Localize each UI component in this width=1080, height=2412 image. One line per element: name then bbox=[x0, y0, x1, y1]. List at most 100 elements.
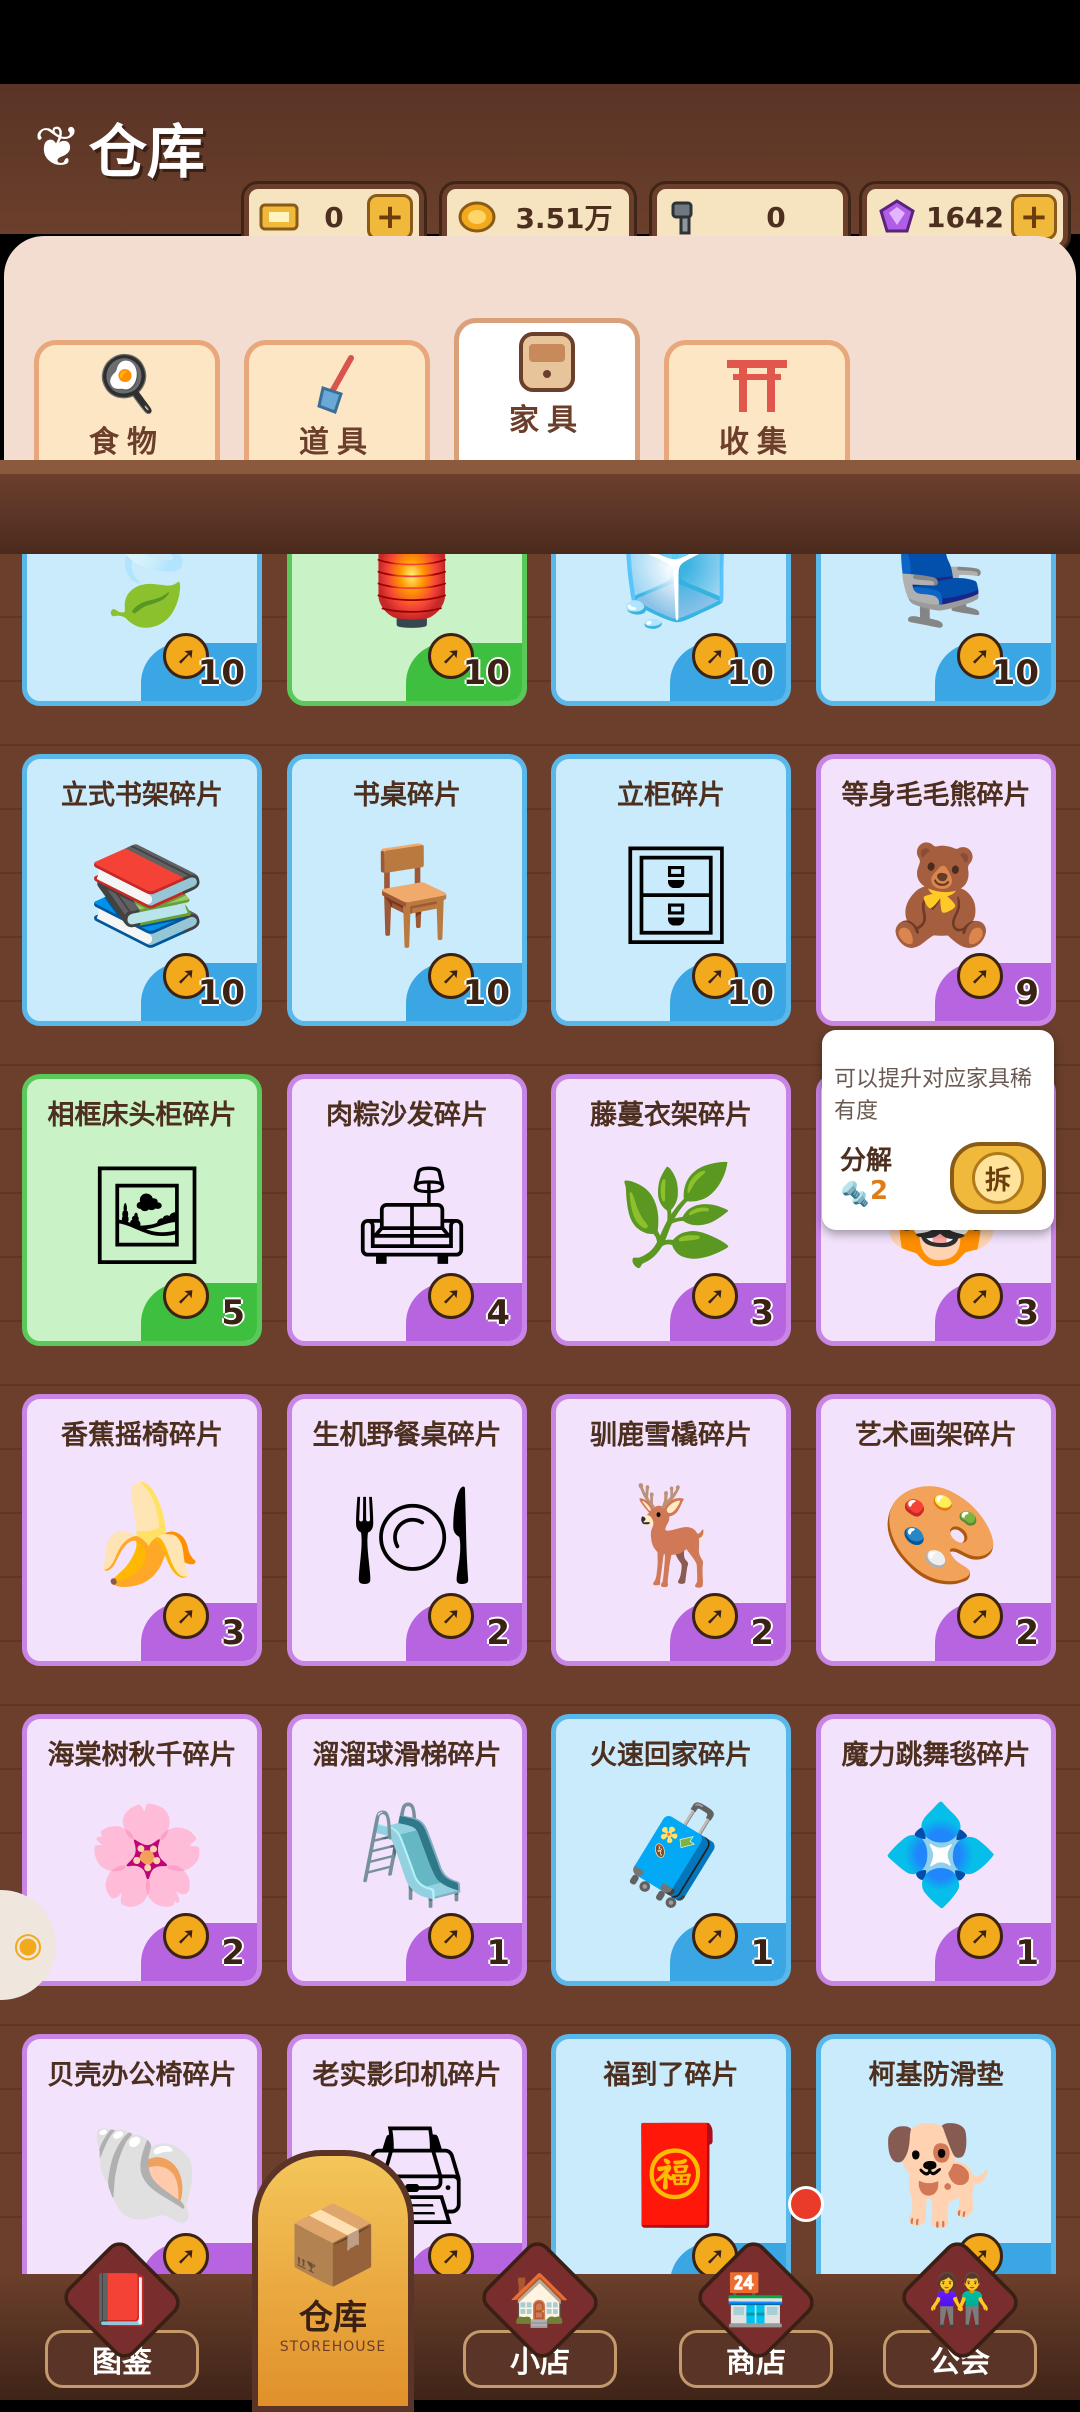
item-name: 立式书架碎片 bbox=[61, 780, 223, 811]
shell-chair-icon: 🐚 bbox=[87, 2118, 207, 2231]
coat-rack-icon: 🌿 bbox=[616, 1158, 736, 1271]
nav-guild[interactable]: 👫 公会 bbox=[880, 2236, 1040, 2388]
cabinet-icon: 🗄 bbox=[615, 838, 737, 951]
bolt-icon bbox=[665, 197, 709, 237]
upgrade-arrow-icon: ➚ bbox=[163, 1273, 209, 1319]
item-count: 2 bbox=[486, 1613, 510, 1653]
item-card[interactable]: 肉粽沙发碎片 🛋 ➚ 4 bbox=[287, 1074, 527, 1346]
item-count: 1 bbox=[750, 1933, 774, 1973]
dance-mat-icon: 💠 bbox=[881, 1798, 1001, 1911]
item-card[interactable]: 等身毛毛熊碎片 🧸 ➚ 9 bbox=[816, 754, 1056, 1026]
item-count: 3 bbox=[750, 1293, 774, 1333]
item-card[interactable]: 立式书架碎片 📚 ➚ 10 bbox=[22, 754, 262, 1026]
suitcase-icon: 🧳 bbox=[616, 1798, 736, 1911]
item-count: 1 bbox=[486, 1933, 510, 1973]
upgrade-arrow-icon: ➚ bbox=[163, 1593, 209, 1639]
item-card[interactable]: 藤蔓衣架碎片 🌿 ➚ 3 bbox=[551, 1074, 791, 1346]
item-card[interactable]: 立柜碎片 🗄 ➚ 10 bbox=[551, 754, 791, 1026]
decompose-cost: 2 bbox=[870, 1176, 889, 1206]
corgi-mat-icon: 🐕 bbox=[881, 2118, 1001, 2231]
item-count: 10 bbox=[197, 973, 245, 1013]
torii-icon bbox=[725, 351, 789, 417]
upgrade-arrow-icon: ➚ bbox=[957, 953, 1003, 999]
item-name: 驯鹿雪橇碎片 bbox=[590, 1420, 752, 1451]
tab-collection-label: 收集 bbox=[719, 425, 795, 460]
tab-collection[interactable]: 收集 bbox=[664, 340, 850, 465]
item-count: 10 bbox=[726, 653, 774, 693]
nightstand-icon: 🖼 bbox=[86, 1158, 208, 1271]
item-card[interactable]: 火速回家碎片 🧳 ➚ 1 bbox=[551, 1714, 791, 1986]
item-card[interactable]: 🍃 ➚ 10 bbox=[22, 554, 262, 706]
item-name: 生机野餐桌碎片 bbox=[312, 1420, 502, 1451]
nav-shop-house[interactable]: 🏠 小店 bbox=[460, 2236, 620, 2388]
cabinet-icon bbox=[517, 329, 577, 395]
item-card[interactable]: 福到了碎片 🧧 ➚ bbox=[551, 2034, 791, 2274]
decompose-label: 分解 bbox=[840, 1146, 893, 1176]
item-count: 2 bbox=[750, 1613, 774, 1653]
tab-food[interactable]: 🍳 食物 bbox=[34, 340, 220, 465]
item-grid[interactable]: 🍃 ➚ 10 🏮 ➚ 10 🧊 ➚ 10 💺 ➚ 10 立式书架碎片 📚 ➚ 10 书桌碎片 🪑 ➚ 10 立柜碎片 🗄 ➚… bbox=[0, 554, 1080, 2274]
tab-tools[interactable]: 道具 bbox=[244, 340, 430, 465]
ticket-icon bbox=[257, 197, 301, 237]
upgrade-arrow-icon: ➚ bbox=[957, 1593, 1003, 1639]
upgrade-arrow-icon: ➚ bbox=[957, 1913, 1003, 1959]
easel-icon: 🎨 bbox=[881, 1478, 1001, 1591]
decompose-button[interactable]: 拆 bbox=[950, 1142, 1046, 1214]
item-name: 海棠树秋千碎片 bbox=[47, 1740, 237, 1771]
upgrade-arrow-icon: ➚ bbox=[428, 1593, 474, 1639]
upgrade-arrow-icon: ➚ bbox=[692, 1593, 738, 1639]
item-card[interactable]: 柯基防滑垫 🐕 ➚ bbox=[816, 2034, 1056, 2274]
nav-store[interactable]: 🏪 商店 bbox=[676, 2236, 836, 2388]
item-count: 2 bbox=[221, 1933, 245, 1973]
item-count: 10 bbox=[991, 653, 1039, 693]
item-count: 3 bbox=[1015, 1293, 1039, 1333]
item-card[interactable]: 贝壳办公椅碎片 🐚 ➚ bbox=[22, 2034, 262, 2274]
item-name: 立柜碎片 bbox=[617, 780, 725, 811]
item-card[interactable]: 驯鹿雪橇碎片 🦌 ➚ 2 bbox=[551, 1394, 791, 1666]
item-card[interactable]: 书桌碎片 🪑 ➚ 10 bbox=[287, 754, 527, 1026]
gem-icon bbox=[875, 197, 919, 237]
item-card[interactable]: 💺 ➚ 10 bbox=[816, 554, 1056, 706]
item-name: 等身毛毛熊碎片 bbox=[841, 780, 1031, 811]
item-name: 火速回家碎片 bbox=[590, 1740, 752, 1771]
teddy-bear-icon: 🧸 bbox=[881, 838, 1001, 951]
chair-icon: 💺 bbox=[881, 554, 1001, 631]
upgrade-arrow-icon: ➚ bbox=[692, 1913, 738, 1959]
upgrade-arrow-icon: ➚ bbox=[428, 1273, 474, 1319]
storehouse-icon: 📦 bbox=[285, 2200, 381, 2289]
notification-dot bbox=[788, 2186, 824, 2222]
status-bar bbox=[0, 0, 1080, 84]
rocking-chair-icon: 🍌 bbox=[87, 1478, 207, 1591]
item-card[interactable]: 海棠树秋千碎片 🌸 ➚ 2 bbox=[22, 1714, 262, 1986]
item-count: 3 bbox=[221, 1613, 245, 1653]
nav-storehouse-sublabel: STOREHOUSE bbox=[279, 2339, 387, 2355]
decompose-tooltip: 可以提升对应家具稀有度 分解 🔩 2 拆 bbox=[822, 1030, 1054, 1230]
page-title: ❦ 仓库 bbox=[34, 92, 205, 202]
coin-count: 3.51万 bbox=[515, 202, 613, 235]
item-card[interactable]: 🧊 ➚ 10 bbox=[551, 554, 791, 706]
item-count: 10 bbox=[462, 653, 510, 693]
item-name: 艺术画架碎片 bbox=[855, 1420, 1017, 1451]
item-card[interactable]: 香蕉摇椅碎片 🍌 ➚ 3 bbox=[22, 1394, 262, 1666]
item-card[interactable]: 相框床头柜碎片 🖼 ➚ 5 bbox=[22, 1074, 262, 1346]
item-card[interactable]: 🏮 ➚ 10 bbox=[287, 554, 527, 706]
item-card[interactable]: 魔力跳舞毯碎片 💠 ➚ 1 bbox=[816, 1714, 1056, 1986]
item-name: 贝壳办公椅碎片 bbox=[47, 2060, 237, 2091]
add-gem-button[interactable]: + bbox=[1011, 194, 1057, 240]
item-name: 福到了碎片 bbox=[603, 2060, 739, 2091]
add-ticket-button[interactable]: + bbox=[367, 194, 413, 240]
item-card[interactable]: 艺术画架碎片 🎨 ➚ 2 bbox=[816, 1394, 1056, 1666]
tab-furniture[interactable]: 家具 bbox=[454, 318, 640, 465]
item-name: 柯基防滑垫 bbox=[868, 2060, 1004, 2091]
item-name: 肉粽沙发碎片 bbox=[326, 1100, 488, 1131]
desk-icon: 🪑 bbox=[352, 838, 472, 951]
nav-album[interactable]: 📕 图鉴 bbox=[42, 2236, 202, 2388]
item-card[interactable]: 溜溜球滑梯碎片 🛝 ➚ 1 bbox=[287, 1714, 527, 1986]
sleigh-icon: 🦌 bbox=[616, 1478, 736, 1591]
item-card[interactable]: 生机野餐桌碎片 🍽 ➚ 2 bbox=[287, 1394, 527, 1666]
decompose-button-label: 拆 bbox=[972, 1152, 1024, 1204]
item-count: 4 bbox=[486, 1293, 510, 1333]
nav-storehouse[interactable]: 📦 仓库 STOREHOUSE bbox=[252, 2150, 414, 2412]
item-name: 溜溜球滑梯碎片 bbox=[312, 1740, 502, 1771]
item-name: 香蕉摇椅碎片 bbox=[61, 1420, 223, 1451]
